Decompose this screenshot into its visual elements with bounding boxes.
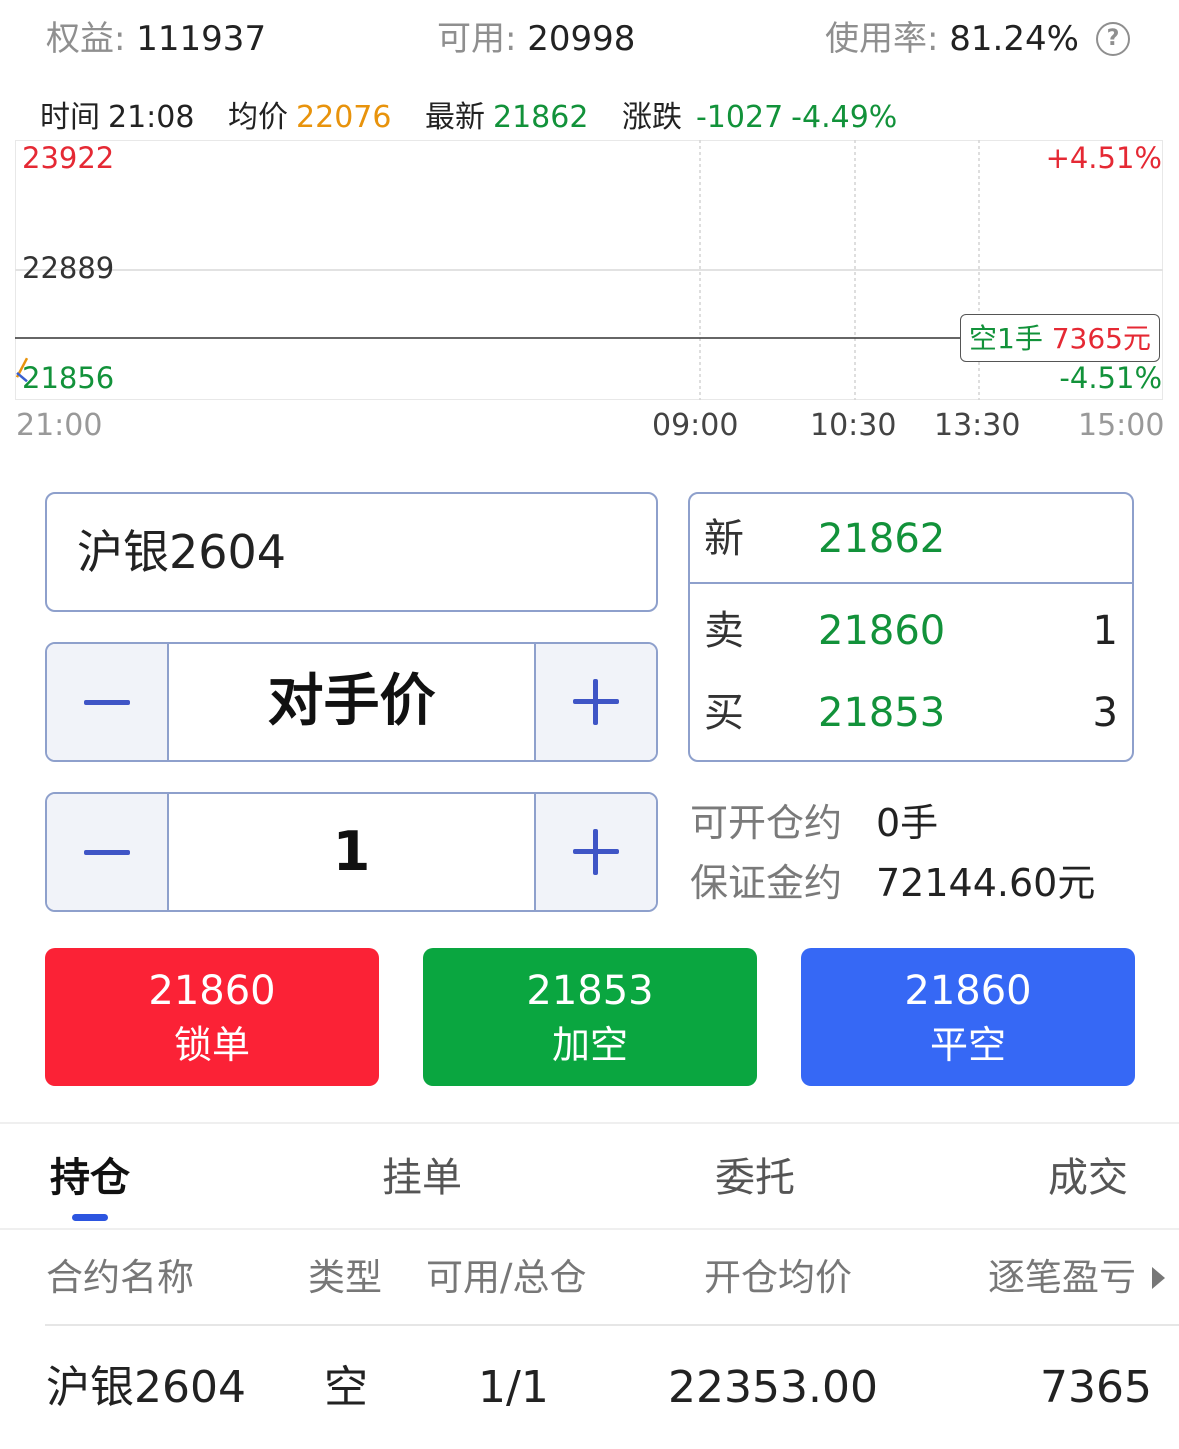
col-header-avg-price: 开仓均价 [704,1256,852,1299]
close-short-label: 平空 [929,1023,1006,1067]
equity-display: 权益: 111937 [46,14,266,64]
col-header-name: 合约名称 [46,1256,194,1299]
symbol-selector[interactable]: 沪银2604 [45,492,658,612]
lock-order-button[interactable]: 21860 锁单 [45,948,379,1086]
time-label: 时间 [40,100,100,135]
tabs-divider [0,1228,1179,1230]
tab-trades[interactable]: 成交 [1048,1150,1128,1206]
help-icon[interactable]: ? [1096,22,1130,56]
change-value: -1027 [695,100,784,135]
margin-info: 保证金约 72144.60元 [690,858,1095,908]
active-tab-indicator [72,1214,108,1221]
quantity-increase-button[interactable] [534,794,656,910]
pct-label-top: +4.51% [1045,141,1162,175]
new-label: 新 [704,516,744,562]
col-header-type: 类型 [308,1256,382,1299]
add-short-label: 加空 [551,1023,628,1067]
avg-label: 均价 [228,100,289,135]
price-increase-button[interactable] [534,644,656,760]
cell-type: 空 [324,1362,368,1413]
tab-orders[interactable]: 委托 [715,1150,795,1206]
minus-icon [84,849,130,855]
add-short-button[interactable]: 21853 加空 [423,948,757,1086]
price-stepper: 对手价 [45,642,658,762]
section-divider [0,1122,1179,1124]
margin-value: 72144.60元 [876,861,1096,905]
change-pct-value: -4.49% [791,100,898,135]
tab-pending[interactable]: 挂单 [382,1150,462,1206]
openable-value: 0手 [876,801,939,845]
plus-icon [573,679,619,725]
y-label-mid: 22889 [22,251,115,285]
tab-positions[interactable]: 持仓 [50,1150,130,1206]
add-short-price: 21853 [526,968,654,1014]
plus-icon [573,829,619,875]
quantity-stepper: 1 [45,792,658,912]
cell-pnl: 7365 [1040,1362,1152,1413]
close-short-button[interactable]: 21860 平空 [801,948,1135,1086]
openable-label: 可开仓约 [690,801,843,845]
order-book: 新 21862 卖 21860 1 买 21853 3 [688,492,1134,762]
position-tag-value: 7365元 [1051,322,1151,355]
available-value: 20998 [527,19,636,59]
book-divider [690,582,1132,584]
available-label: 可用: [437,19,517,59]
y-label-top: 23922 [22,141,115,175]
cell-name: 沪银2604 [46,1362,246,1413]
position-tag-prefix: 空1手 [969,322,1052,355]
bid-label: 买 [704,690,744,736]
lock-order-price: 21860 [148,968,276,1014]
available-display: 可用: 20998 [437,14,635,64]
ask-qty: 1 [1092,608,1118,654]
openable-info: 可开仓约 0手 [690,798,938,848]
y-label-bottom: 21856 [22,361,115,395]
last-value: 21862 [493,100,589,135]
margin-label: 保证金约 [690,861,843,905]
x-label-1: 09:00 [652,408,739,443]
book-row-ask[interactable]: 卖 21860 1 [690,596,1132,666]
price-mode-field[interactable]: 对手价 [169,644,534,760]
ask-label: 卖 [704,608,744,654]
quantity-decrease-button[interactable] [47,794,169,910]
cell-avg-price: 22353.00 [668,1362,878,1413]
cell-avail-total: 1/1 [478,1362,549,1413]
minus-icon [84,699,130,705]
new-price: 21862 [818,516,946,562]
book-row-new: 新 21862 [690,504,1132,574]
pct-label-bottom: -4.51% [1059,361,1162,395]
position-tag[interactable]: 空1手 7365元 [960,314,1160,362]
equity-value: 111937 [136,19,267,59]
avg-value: 22076 [296,100,392,135]
x-label-3: 13:30 [934,408,1021,443]
price-decrease-button[interactable] [47,644,169,760]
quantity-input[interactable]: 1 [169,794,534,910]
usage-display: 使用率: 81.24% [825,14,1079,64]
quote-bar: 时间 21:08 均价 22076 最新 21862 涨跌 -1027 -4.49% [40,96,905,140]
usage-value: 81.24% [949,19,1079,59]
lock-order-label: 锁单 [173,1023,250,1067]
scroll-right-icon[interactable] [1152,1267,1165,1289]
col-header-avail-total: 可用/总仓 [426,1256,587,1299]
close-short-price: 21860 [904,968,1032,1014]
usage-label: 使用率: [825,19,939,59]
equity-label: 权益: [46,19,126,59]
x-label-4: 15:00 [1078,408,1165,443]
last-label: 最新 [425,100,485,135]
bid-price: 21853 [818,690,946,736]
x-label-2: 10:30 [810,408,897,443]
change-label: 涨跌 [621,100,682,135]
col-header-pnl[interactable]: 逐笔盈亏 [988,1252,1136,1304]
book-row-bid[interactable]: 买 21853 3 [690,678,1132,748]
ask-price: 21860 [818,608,946,654]
x-label-0: 21:00 [16,408,103,443]
time-value: 21:08 [108,100,195,135]
bid-qty: 3 [1092,690,1118,736]
